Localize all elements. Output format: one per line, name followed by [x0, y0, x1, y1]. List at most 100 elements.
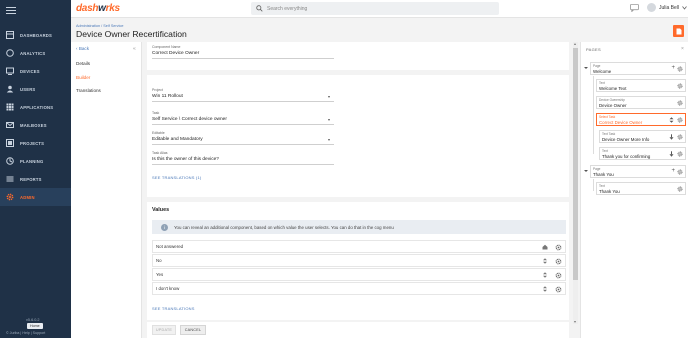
- gear-icon[interactable]: [677, 186, 683, 192]
- divider: [152, 144, 334, 145]
- info-text: You can reveal an additional component, …: [174, 224, 394, 230]
- page-node-thank-you[interactable]: Page Thank You +: [590, 165, 686, 178]
- component-name-card: Component Name Correct Device Owner: [147, 42, 569, 70]
- analytics-icon: [6, 49, 14, 57]
- search-icon: [256, 5, 263, 12]
- collapse-icon[interactable]: «: [133, 46, 136, 52]
- sidebar-item-projects[interactable]: PROJECTS: [0, 134, 71, 152]
- move-up-down-icon[interactable]: [542, 272, 548, 278]
- search-input[interactable]: Search everything: [251, 2, 499, 15]
- cancel-button[interactable]: CANCEL: [180, 325, 206, 335]
- divider: [152, 164, 334, 165]
- arrow-down-icon[interactable]: [669, 134, 674, 140]
- add-icon[interactable]: +: [671, 168, 675, 174]
- gear-icon[interactable]: [555, 286, 562, 293]
- task-alias-label: Task Alias: [152, 151, 168, 155]
- sidebar-item-users[interactable]: USERS: [0, 80, 71, 98]
- page-node-welcome[interactable]: Page Welcome +: [590, 62, 686, 75]
- close-icon[interactable]: ×: [681, 46, 684, 52]
- move-up-down-icon[interactable]: [542, 286, 548, 292]
- user-name: Julia Bell: [659, 4, 680, 11]
- component-node-selected[interactable]: Select Task Correct Device Owner: [596, 113, 686, 126]
- editable-select[interactable]: Editable and Mandatory: [152, 137, 203, 142]
- sidebar-item-mailboxes[interactable]: MAILBOXES: [0, 116, 71, 134]
- sidebar-item-reports[interactable]: REPORTS: [0, 170, 71, 188]
- value-label[interactable]: Yes: [156, 272, 565, 277]
- hamburger-menu-icon[interactable]: [6, 5, 16, 14]
- scroll-up-icon[interactable]: [574, 43, 576, 45]
- gear-icon[interactable]: [555, 244, 562, 251]
- home-icon[interactable]: [542, 244, 548, 250]
- component-node[interactable]: Text Task Device Owner More Info: [599, 130, 686, 143]
- builder-nav: ‹ Back « Details Builder Translations: [71, 42, 142, 338]
- move-up-down-icon[interactable]: [542, 258, 548, 264]
- nav-item-details[interactable]: Details: [76, 61, 90, 66]
- task-alias-field[interactable]: Is this the owner of this device?: [152, 157, 219, 162]
- sidebar-item-analytics[interactable]: ANALYTICS: [0, 44, 71, 62]
- sidebar-item-label: ANALYTICS: [20, 50, 46, 56]
- chevron-down-icon[interactable]: [584, 67, 588, 69]
- value-row: No: [152, 254, 566, 267]
- component-node[interactable]: Text Thank You: [596, 182, 686, 195]
- document-icon-button[interactable]: [673, 25, 684, 37]
- sidebar-item-planning[interactable]: PLANNING: [0, 152, 71, 170]
- value-label[interactable]: Not answered: [156, 244, 565, 249]
- gear-icon[interactable]: [677, 117, 683, 123]
- gear-icon: [6, 193, 14, 201]
- gear-icon[interactable]: [677, 66, 683, 72]
- gear-icon[interactable]: [677, 83, 683, 89]
- gear-icon[interactable]: [677, 134, 683, 140]
- chevron-down-icon[interactable]: ▾: [328, 94, 330, 99]
- gear-icon[interactable]: [677, 169, 683, 175]
- dashboard-icon: [6, 31, 14, 39]
- values-title: Values: [152, 207, 170, 213]
- value-row: I don't know: [152, 282, 566, 295]
- component-node[interactable]: Text Welcome Text: [596, 79, 686, 92]
- value-label[interactable]: No: [156, 258, 565, 263]
- add-icon[interactable]: +: [671, 65, 675, 71]
- divider: [152, 101, 334, 102]
- component-node[interactable]: Text Thank you for confirming: [599, 147, 686, 160]
- sidebar-item-devices[interactable]: DEVICES: [0, 62, 71, 80]
- see-translations-link[interactable]: SEE TRANSLATIONS (1): [152, 175, 201, 180]
- breadcrumb: Administration / Self Service: [76, 24, 124, 28]
- scrollbar[interactable]: [573, 42, 578, 324]
- chevron-down-icon[interactable]: [584, 170, 588, 172]
- gear-icon[interactable]: [677, 100, 683, 106]
- scroll-down-icon[interactable]: [574, 321, 576, 323]
- chevron-down-icon[interactable]: ▾: [328, 137, 330, 142]
- move-up-down-icon[interactable]: [669, 117, 674, 123]
- task-select[interactable]: Self Service \ Correct device owner: [152, 117, 227, 122]
- gear-icon[interactable]: [677, 151, 683, 157]
- arrow-down-icon[interactable]: [669, 151, 674, 157]
- chevron-down-icon: [682, 5, 687, 10]
- component-name-field[interactable]: Correct Device Owner: [152, 51, 199, 56]
- scrollbar-thumb[interactable]: [573, 48, 578, 280]
- back-link[interactable]: ‹ Back: [76, 46, 89, 51]
- avatar: [647, 3, 656, 12]
- nav-item-builder[interactable]: Builder: [76, 75, 90, 80]
- gear-icon[interactable]: [555, 272, 562, 279]
- value-label[interactable]: I don't know: [156, 286, 565, 291]
- sidebar-item-applications[interactable]: APPLICATIONS: [0, 98, 71, 116]
- sidebar-item-admin[interactable]: ADMIN: [0, 188, 71, 206]
- breadcrumb-parent[interactable]: Administration: [76, 24, 100, 28]
- user-menu[interactable]: Julia Bell: [647, 3, 687, 12]
- project-select[interactable]: Win 11 Rollout: [152, 94, 183, 99]
- gear-icon[interactable]: [555, 258, 562, 265]
- logo[interactable]: dashwrks: [76, 3, 120, 14]
- update-button[interactable]: UPDATE: [152, 325, 176, 335]
- tree-line: [593, 179, 594, 191]
- sidebar-item-label: MAILBOXES: [20, 122, 47, 128]
- page-title: Device Owner Recertification: [76, 29, 187, 39]
- mailbox-icon: [6, 121, 14, 129]
- see-translations-link[interactable]: SEE TRANSLATIONS: [152, 306, 195, 311]
- component-node[interactable]: Device Ownership Device Owner: [596, 96, 686, 109]
- chevron-down-icon[interactable]: ▾: [328, 117, 330, 122]
- sidebar-item-dashboards[interactable]: DASHBOARDS: [0, 26, 71, 44]
- breadcrumb-current[interactable]: Self Service: [103, 24, 123, 28]
- component-name-label: Component Name: [152, 45, 181, 49]
- sidebar-footer[interactable]: © Juriba | Help | Support: [6, 331, 45, 335]
- chat-icon[interactable]: [630, 4, 639, 12]
- nav-item-translations[interactable]: Translations: [76, 88, 101, 93]
